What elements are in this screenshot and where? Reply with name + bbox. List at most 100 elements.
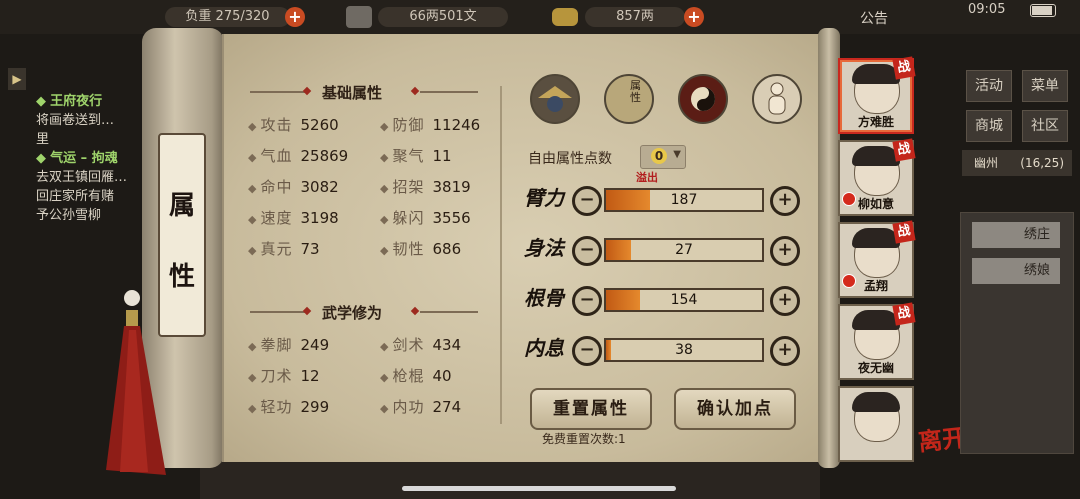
increase-button[interactable]: + <box>770 236 800 266</box>
companion-name: 孟翔 <box>863 279 888 293</box>
character-icon[interactable] <box>530 74 580 124</box>
free-points-dropdown[interactable]: 0 ▼ <box>640 145 686 169</box>
stat-bar: 27 <box>604 238 764 262</box>
diamond-icon: ◆ <box>380 340 389 353</box>
npc-panel <box>960 212 1074 454</box>
copper-coin-icon <box>346 6 372 28</box>
location-display[interactable]: 幽州 (16,25) <box>962 150 1072 176</box>
diamond-icon: ◆ <box>248 151 257 164</box>
stat-name: 根骨 <box>524 286 564 310</box>
increase-button[interactable]: + <box>770 286 800 316</box>
expand-quest-arrow-icon[interactable]: ▶ <box>8 68 26 90</box>
attribute-value: 3082 <box>300 178 339 196</box>
attribute-value: 299 <box>300 398 330 416</box>
diamond-icon: ◆ <box>248 213 257 226</box>
meridian-body-icon[interactable] <box>752 74 802 124</box>
confirm-points-button[interactable]: 确认加点 <box>674 388 796 430</box>
battle-badge: 战 <box>892 220 916 244</box>
attribute-value: 274 <box>432 398 462 416</box>
add-capacity-button[interactable]: + <box>285 7 305 27</box>
section-ornament <box>250 311 308 313</box>
activity-button[interactable]: 活动 <box>966 70 1012 102</box>
attribute-name: 命中 <box>260 178 293 196</box>
attribute-row: ◆ 攻击 5260 <box>248 114 339 135</box>
increase-button[interactable]: + <box>770 186 800 216</box>
diamond-icon: ◆ <box>248 120 257 133</box>
column-divider <box>500 86 502 424</box>
attribute-name: 气血 <box>260 147 293 165</box>
diamond-icon: ◆ <box>380 151 389 164</box>
notice-button[interactable]: 公告 <box>860 8 888 28</box>
attribute-row: ◆ 气血 25869 <box>248 145 348 166</box>
silver-display: 857两 <box>585 7 685 27</box>
diamond-icon: ◆ <box>380 182 389 195</box>
community-button[interactable]: 社区 <box>1022 110 1068 142</box>
attribute-name: 速度 <box>260 209 293 227</box>
attribute-name: 招架 <box>392 178 425 196</box>
attribute-book-label: 属性 <box>630 79 641 104</box>
attribute-row: ◆ 拳脚 249 <box>248 334 329 355</box>
stat-value: 187 <box>670 192 698 208</box>
attribute-value: 12 <box>300 367 320 385</box>
companion-card[interactable]: 战夜无幽 <box>838 302 916 380</box>
increase-button[interactable]: + <box>770 336 800 366</box>
scroll-rod-right <box>818 28 840 468</box>
diamond-icon: ◆ <box>248 244 257 257</box>
reset-attributes-button[interactable]: 重置属性 <box>530 388 652 430</box>
npc-item[interactable]: 绣娘 <box>972 258 1060 284</box>
attribute-name: 拳脚 <box>260 336 293 354</box>
diamond-icon: ◆ <box>380 244 389 257</box>
decrease-button[interactable]: − <box>572 186 602 216</box>
add-silver-button[interactable]: + <box>684 7 704 27</box>
free-points-label: 自由属性点数 <box>528 151 612 167</box>
scroll-char: 性 <box>168 262 195 292</box>
battle-badge: 战 <box>892 302 916 326</box>
decrease-button[interactable]: − <box>572 286 602 316</box>
companion-card[interactable]: 战柳如意 <box>838 138 916 216</box>
companion-name: 方难胜 <box>857 115 894 129</box>
capacity-display: 负重 275/320 <box>165 7 290 27</box>
attribute-row: ◆ 招架 3819 <box>380 176 471 197</box>
quest-title: 王府夜行 <box>50 94 103 109</box>
attribute-row: ◆ 躲闪 3556 <box>380 207 471 228</box>
attribute-name: 剑术 <box>392 336 425 354</box>
companion-card[interactable] <box>838 386 914 462</box>
location-coords: (16,25) <box>1020 156 1064 170</box>
copper-display: 66两501文 <box>378 7 508 27</box>
location-name: 幽州 <box>974 156 999 170</box>
basic-attributes-title: 基础属性 <box>322 84 383 102</box>
attribute-row: ◆ 刀术 12 <box>248 365 320 386</box>
silver-ingot-icon <box>552 8 578 26</box>
diamond-icon: ◆ <box>380 371 389 384</box>
stat-bar: 38 <box>604 338 764 362</box>
diamond-icon: ◆ <box>248 182 257 195</box>
attribute-row: ◆ 剑术 434 <box>380 334 461 355</box>
companion-card[interactable]: 战孟翔 <box>838 220 916 298</box>
stat-value: 38 <box>675 342 693 358</box>
attribute-row: ◆ 防御 11246 <box>380 114 480 135</box>
npc-item[interactable]: 绣庄 <box>972 222 1060 248</box>
tassel-icon <box>106 290 166 475</box>
attribute-name: 攻击 <box>260 116 293 134</box>
decrease-button[interactable]: − <box>572 236 602 266</box>
stat-bar: 187 <box>604 188 764 212</box>
shop-button[interactable]: 商城 <box>966 110 1012 142</box>
attribute-book-icon[interactable]: 属性 <box>604 74 654 124</box>
attribute-value: 11 <box>432 147 452 165</box>
decrease-button[interactable]: − <box>572 336 602 366</box>
companion-card[interactable]: 战方难胜 <box>838 56 916 134</box>
attribute-name: 韧性 <box>392 240 425 258</box>
companion-name: 柳如意 <box>857 197 894 211</box>
attribute-row: ◆ 轻功 299 <box>248 396 329 417</box>
martial-title: 武学修为 <box>322 304 383 322</box>
quest-title: 气运 – 拘魂 <box>50 151 118 166</box>
attribute-value: 686 <box>432 240 462 258</box>
menu-button[interactable]: 菜单 <box>1022 70 1068 102</box>
bagua-icon[interactable] <box>678 74 728 124</box>
attribute-value: 73 <box>300 240 320 258</box>
attribute-name: 躲闪 <box>392 209 425 227</box>
attribute-name: 枪棍 <box>392 367 425 385</box>
stat-name: 内息 <box>524 336 564 360</box>
battle-badge: 战 <box>892 138 916 162</box>
section-ornament <box>250 91 308 93</box>
